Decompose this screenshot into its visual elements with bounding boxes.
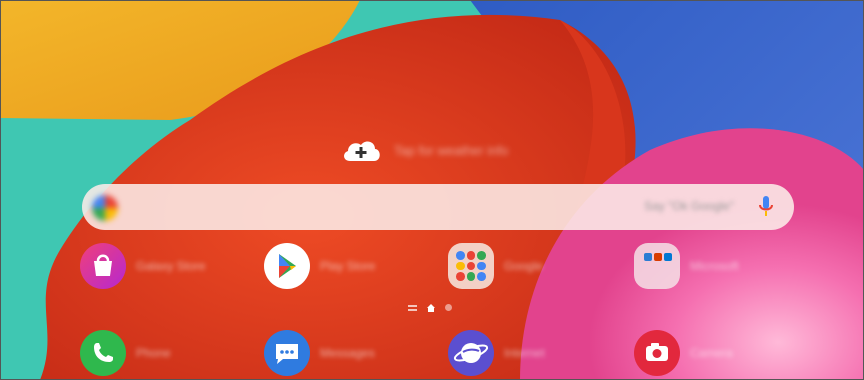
app-label: Google [504,259,543,273]
app-phone[interactable]: Phone [80,330,171,376]
app-play-store[interactable]: Play Store [264,243,375,289]
app-label: Galaxy Store [136,259,206,273]
app-label: Internet [504,346,545,360]
page-indicator[interactable] [408,303,452,312]
app-messages[interactable]: Messages [264,330,375,376]
app-internet[interactable]: Internet [448,330,545,376]
cloud-plus-icon [340,137,382,163]
app-galaxy-store[interactable]: Galaxy Store [80,243,205,289]
mic-icon[interactable] [756,194,776,220]
weather-widget[interactable]: Tap for weather info [340,137,508,163]
google-icon [92,195,118,221]
camera-icon [634,330,680,376]
menu-lines-icon [408,304,417,311]
play-store-icon [264,243,310,289]
app-google-folder[interactable]: Google [448,243,543,289]
app-label: Phone [136,346,171,360]
app-label: Camera [690,346,733,360]
google-search-bar[interactable]: Say "Ok Google" [82,184,794,230]
home-screen: Tap for weather info Say "Ok Google" Gal… [0,0,864,380]
app-label: Play Store [320,259,376,273]
search-placeholder: Say "Ok Google" [644,199,734,213]
weather-prompt: Tap for weather info [394,142,509,158]
home-page-icon [427,303,435,312]
galaxy-store-icon [80,243,126,289]
internet-icon [448,330,494,376]
app-microsoft-folder[interactable]: Microsoft [634,243,739,289]
app-label: Messages [320,346,375,360]
messages-icon [264,330,310,376]
google-folder-icon [448,243,494,289]
app-label: Microsoft [690,259,739,273]
app-camera[interactable]: Camera [634,330,733,376]
page-dot [445,304,452,311]
phone-icon [80,330,126,376]
microsoft-folder-icon [634,243,680,289]
